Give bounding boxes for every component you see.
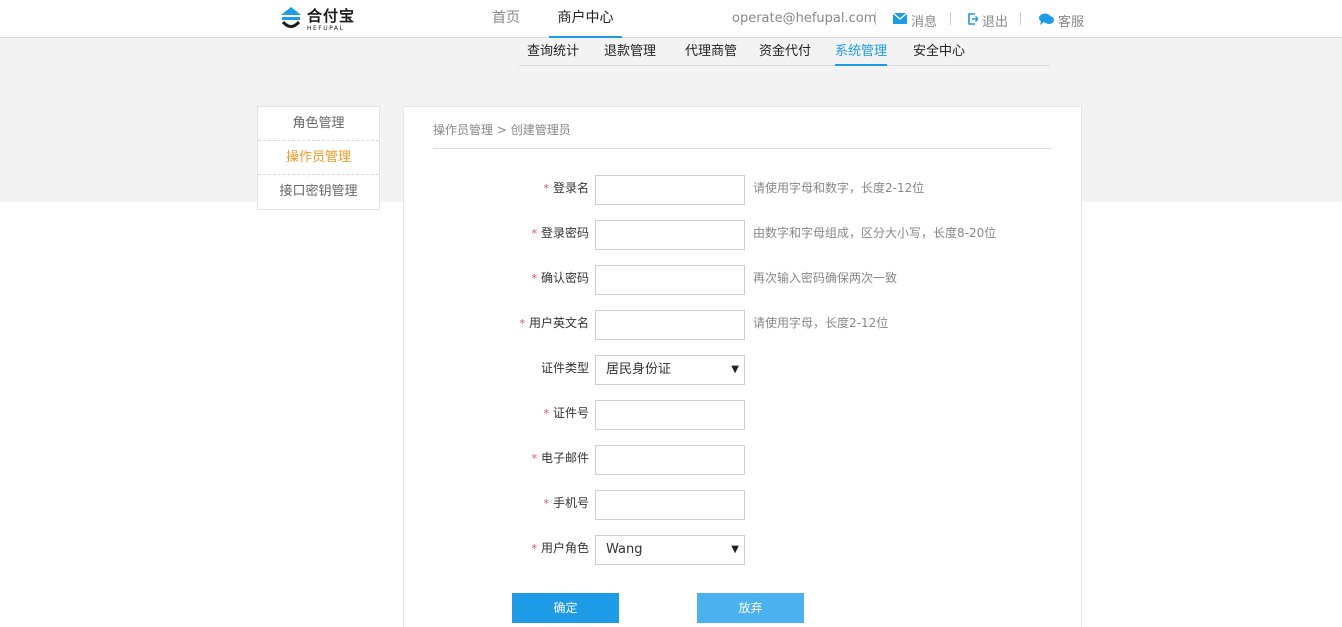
logo[interactable]: 合付宝 HEFUPAL [279, 5, 355, 33]
subnav-system-management[interactable]: 系统管理 [835, 38, 888, 66]
form-row-english-name: * 用户英文名 请使用字母，长度2-12位 [404, 310, 1083, 340]
user-role-value: Wang [606, 542, 643, 557]
form-row-confirm-password: * 确认密码 再次输入密码确保两次一致 [404, 265, 1083, 295]
cancel-button[interactable]: 放弃 [697, 593, 804, 623]
english-name-input[interactable] [595, 310, 745, 340]
subnav-fund-payment[interactable]: 资金代付 [759, 38, 811, 66]
divider [950, 12, 951, 25]
divider [875, 12, 876, 25]
required-mark: * [531, 227, 537, 240]
english-name-hint: 请使用字母，长度2-12位 [753, 316, 889, 330]
messages-link[interactable]: 消息 [892, 11, 938, 30]
logout-link[interactable]: 退出 [968, 11, 1008, 30]
mobile-input[interactable] [595, 490, 745, 520]
top-header: 合付宝 HEFUPAL 首页 商户中心 operate@hefupal.com … [0, 0, 1342, 38]
password-hint: 由数字和字母组成，区分大小写，长度8-20位 [753, 226, 997, 240]
form-row-id-type: 证件类型 居民身份证 ▼ [404, 355, 1083, 385]
id-type-value: 居民身份证 [606, 362, 672, 377]
required-mark: * [543, 182, 549, 195]
confirm-password-label: * 确认密码 [531, 271, 589, 285]
breadcrumb-parent[interactable]: 操作员管理 [433, 123, 493, 137]
sidebar: 角色管理 操作员管理 接口密钥管理 [257, 106, 380, 210]
logo-text-cn: 合付宝 [307, 7, 356, 25]
id-type-select[interactable]: 居民身份证 ▼ [595, 355, 745, 385]
user-role-select[interactable]: Wang ▼ [595, 535, 745, 565]
confirm-button[interactable]: 确定 [512, 593, 619, 623]
form-row-user-role: * 用户角色 Wang ▼ [404, 535, 1083, 565]
id-number-label: * 证件号 [543, 406, 589, 420]
subnav-refund-management[interactable]: 退款管理 [604, 38, 656, 66]
login-name-hint: 请使用字母和数字，长度2-12位 [753, 181, 925, 195]
service-link[interactable]: 客服 [1039, 11, 1084, 30]
messages-label: 消息 [911, 15, 938, 30]
breadcrumb-separator: > [496, 123, 507, 137]
email-input[interactable] [595, 445, 745, 475]
logout-label: 退出 [982, 15, 1009, 30]
form-row-login-name: * 登录名 请使用字母和数字，长度2-12位 [404, 175, 1083, 205]
breadcrumb: 操作员管理 > 创建管理员 [433, 121, 571, 138]
chat-icon [1039, 13, 1054, 29]
password-input[interactable] [595, 220, 745, 250]
form-row-mobile: * 手机号 [404, 490, 1083, 520]
sidebar-item-role-management[interactable]: 角色管理 [258, 107, 379, 141]
nav-merchant-center[interactable]: 商户中心 [549, 0, 622, 38]
sidebar-item-operator-management[interactable]: 操作员管理 [258, 141, 379, 175]
dropdown-arrow-icon: ▼ [731, 544, 739, 555]
divider [433, 148, 1052, 149]
subnav-security-center[interactable]: 安全中心 [913, 38, 965, 66]
confirm-password-hint: 再次输入密码确保两次一致 [753, 271, 898, 285]
email-label: * 电子邮件 [531, 451, 589, 465]
form-row-email: * 电子邮件 [404, 445, 1083, 475]
id-number-input[interactable] [595, 400, 745, 430]
user-email: operate@hefupal.com [732, 11, 877, 26]
nav-home[interactable]: 首页 [492, 0, 520, 38]
required-mark: * [543, 497, 549, 510]
logo-icon [279, 5, 303, 31]
required-mark: * [519, 317, 525, 330]
required-mark: * [531, 542, 537, 555]
mobile-label: * 手机号 [543, 496, 589, 510]
breadcrumb-current: 创建管理员 [510, 123, 571, 137]
mail-icon [892, 12, 908, 28]
login-name-label: * 登录名 [543, 181, 589, 195]
form-row-password: * 登录密码 由数字和字母组成，区分大小写，长度8-20位 [404, 220, 1083, 250]
dropdown-arrow-icon: ▼ [731, 364, 739, 375]
required-mark: * [531, 272, 537, 285]
id-type-label: 证件类型 [540, 361, 589, 375]
login-name-input[interactable] [595, 175, 745, 205]
service-label: 客服 [1058, 15, 1085, 30]
sub-navigation: 查询统计 退款管理 代理商管 资金代付 系统管理 安全中心 [519, 38, 1050, 66]
subnav-query-stats[interactable]: 查询统计 [527, 38, 579, 66]
main-panel: 操作员管理 > 创建管理员 * 登录名 请使用字母和数字，长度2-12位 * 登录密… [403, 106, 1082, 627]
password-label: * 登录密码 [531, 226, 589, 240]
required-mark: * [531, 452, 537, 465]
confirm-password-input[interactable] [595, 265, 745, 295]
subnav-agent-management[interactable]: 代理商管 [685, 38, 737, 66]
required-mark: * [543, 407, 549, 420]
sidebar-item-api-key-management[interactable]: 接口密钥管理 [258, 175, 379, 209]
english-name-label: * 用户英文名 [519, 316, 589, 330]
divider [1020, 12, 1021, 25]
logout-icon [968, 12, 979, 29]
form-row-id-number: * 证件号 [404, 400, 1083, 430]
user-role-label: * 用户角色 [531, 541, 589, 555]
logo-text-en: HEFUPAL [307, 25, 345, 32]
